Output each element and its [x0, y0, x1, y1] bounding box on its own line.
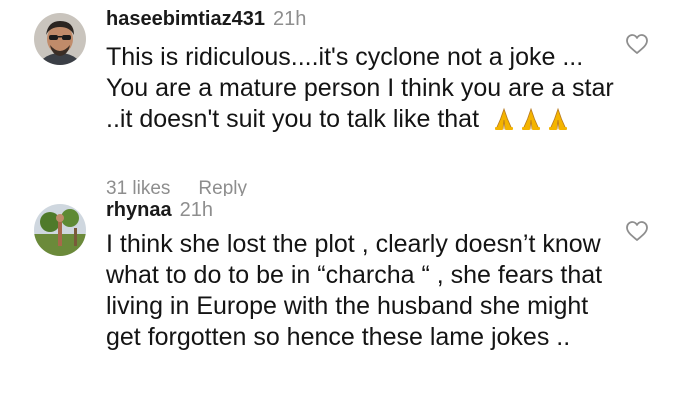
comment-header: haseebimtiaz431 21h — [106, 8, 306, 31]
comment-text: This is ridiculous....it's cyclone not a… — [106, 42, 626, 139]
comment-item: haseebimtiaz431 21h This is ridiculous...… — [0, 0, 700, 196]
comment-text: I think she lost the plot , clearly does… — [106, 229, 626, 353]
folded-hands-icon — [492, 107, 573, 139]
username[interactable]: haseebimtiaz431 — [106, 8, 265, 30]
avatar[interactable] — [34, 13, 86, 65]
avatar[interactable] — [34, 204, 86, 256]
comment-meta: 31 likes Reply — [106, 178, 247, 196]
comment-time: 21h — [272, 8, 307, 30]
username[interactable]: rhynaa — [106, 199, 172, 221]
comment-item: rhynaa 21h I think she lost the plot , cl… — [0, 196, 700, 400]
comment-text-content: I think she lost the plot , clearly does… — [106, 230, 603, 351]
likes-count[interactable]: 31 likes — [106, 178, 170, 196]
comment-time: 21h — [179, 199, 213, 221]
reply-button[interactable]: Reply — [198, 178, 247, 196]
heart-outline-icon[interactable] — [625, 33, 649, 55]
heart-outline-icon[interactable] — [625, 220, 649, 242]
comment-header: rhynaa 21h — [106, 199, 213, 222]
